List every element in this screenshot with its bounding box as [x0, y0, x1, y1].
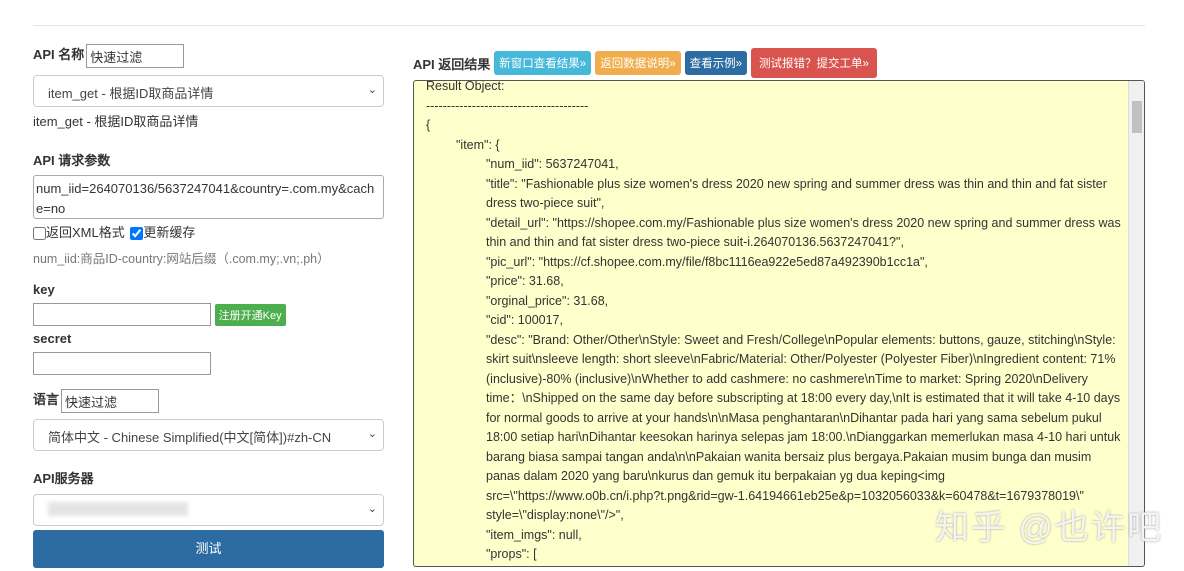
secret-label: secret	[33, 331, 72, 346]
result-output[interactable]: Result Object: --------------------------…	[413, 80, 1145, 567]
open-new-window-button[interactable]: 新窗口查看结果»	[494, 51, 592, 75]
update-cache-label: 更新缓存	[143, 225, 196, 240]
key-label: key	[33, 282, 55, 297]
secret-input[interactable]	[33, 352, 211, 375]
result-header: API 返回结果 新窗口查看结果» 返回数据说明» 查看示例» 测试报错？提交工…	[413, 48, 877, 78]
result-line: "num_iid": 5637247041,	[486, 157, 619, 171]
test-button[interactable]: 测试	[33, 530, 384, 568]
blurred-server-value	[48, 502, 188, 516]
result-text: Result Object: --------------------------…	[426, 80, 1122, 565]
request-form: API 名称 快速过滤 item_get - 根据ID取商品详情 ⌄ item_ge…	[33, 44, 384, 526]
response-docs-button[interactable]: 返回数据说明»	[595, 51, 681, 75]
api-name-label: API 名称	[33, 47, 85, 63]
xml-format-checkbox[interactable]	[33, 227, 46, 241]
result-line: "title": "Fashionable plus size women's …	[486, 176, 1107, 211]
result-line: "cid": 100017,	[486, 313, 563, 327]
result-title: API 返回结果	[413, 56, 491, 72]
register-key-button[interactable]: 注册开通Key	[214, 303, 286, 326]
language-filter-input[interactable]: 快速过滤	[61, 389, 160, 413]
view-example-button[interactable]: 查看示例»	[684, 51, 748, 75]
update-cache-checkbox[interactable]	[130, 227, 144, 241]
watermark: 知乎 @也许吧	[935, 509, 1163, 547]
language-label: 语言	[33, 392, 60, 408]
params-textarea[interactable]: num_iid=264070136/5637247041&country=.co…	[33, 175, 384, 219]
top-divider	[33, 25, 1145, 26]
api-name-filter-input[interactable]: 快速过滤	[86, 44, 185, 68]
result-line: {	[426, 118, 431, 132]
result-line: "pic_url": "https://cf.shopee.com.my/fil…	[486, 254, 928, 269]
api-select[interactable]: item_get - 根据ID取商品详情 ⌄	[33, 75, 384, 107]
key-input[interactable]	[33, 303, 211, 326]
scrollbar[interactable]	[1128, 81, 1144, 566]
params-label: API 请求参数	[33, 153, 111, 168]
result-line: Result Object:	[426, 80, 505, 93]
chevron-down-icon: ⌄	[367, 84, 377, 96]
report-error-button[interactable]: 测试报错？提交工单»	[751, 48, 877, 78]
server-label: API服务器	[33, 471, 94, 486]
scrollbar-thumb[interactable]	[1132, 101, 1142, 133]
server-select[interactable]: ⌄	[33, 494, 384, 526]
result-line: "detail_url": "https://shopee.com.my/Fas…	[486, 215, 1121, 250]
chevron-down-icon: ⌄	[367, 503, 377, 515]
language-select-value: 简体中文 - Chinese Simplified(中文[简体])#zh-CN	[48, 430, 332, 445]
result-line: "desc": "Brand: Other/Other\nStyle: Swee…	[486, 332, 1121, 523]
api-description: item_get - 根据ID取商品详情	[33, 114, 199, 129]
result-line: "item": {	[456, 137, 500, 152]
result-line: "price": 31.68,	[486, 274, 564, 288]
language-select[interactable]: 简体中文 - Chinese Simplified(中文[简体])#zh-CN ⌄	[33, 419, 384, 451]
result-line: ---------------------------------------	[426, 98, 589, 113]
api-select-value: item_get - 根据ID取商品详情	[48, 86, 214, 101]
xml-format-label: 返回XML格式	[46, 225, 125, 240]
chevron-down-icon: ⌄	[367, 428, 377, 440]
params-hint: num_iid:商品ID-country:网站后缀（.com.my;.vn;.p…	[33, 252, 330, 266]
result-line: "orginal_price": 31.68,	[486, 293, 609, 308]
